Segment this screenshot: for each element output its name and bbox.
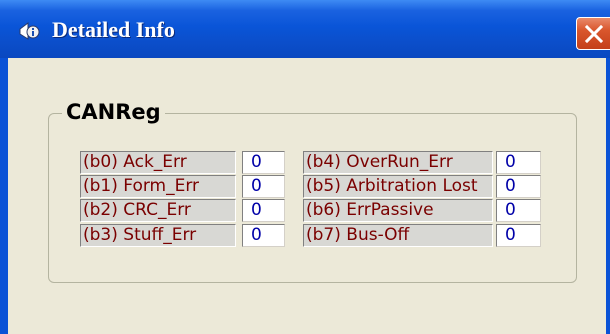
field-value-arbitration-lost[interactable]: 0: [496, 175, 541, 198]
field-value-ack-err[interactable]: 0: [242, 151, 285, 174]
field-label-arbitration-lost: (b5) Arbitration Lost: [303, 175, 493, 198]
field-value-form-err[interactable]: 0: [242, 175, 285, 198]
field-label-bus-off: (b7) Bus-Off: [303, 224, 493, 247]
field-value-stuff-err[interactable]: 0: [242, 224, 285, 247]
window-frame-left: [0, 58, 8, 334]
field-label-form-err: (b1) Form_Err: [80, 175, 236, 198]
field-label-crc-err: (b2) CRC_Err: [80, 199, 236, 222]
window-title: Detailed Info: [52, 17, 175, 42]
field-label-err-passive: (b6) ErrPassive: [303, 199, 493, 222]
close-icon: [584, 24, 604, 44]
detailed-info-window: Detailed Info CANReg (b0) Ack_Err 0 (b1)…: [0, 0, 610, 334]
field-label-stuff-err: (b3) Stuff_Err: [80, 224, 236, 247]
window-frame-right: [606, 58, 610, 334]
field-label-overrun-err: (b4) OverRun_Err: [303, 151, 493, 174]
info-app-icon: [18, 20, 40, 42]
field-value-err-passive[interactable]: 0: [496, 199, 541, 222]
field-value-bus-off[interactable]: 0: [496, 224, 541, 247]
field-value-crc-err[interactable]: 0: [242, 199, 285, 222]
field-value-overrun-err[interactable]: 0: [496, 151, 541, 174]
groupbox-title: CANReg: [62, 100, 165, 124]
canreg-groupbox: [48, 113, 577, 283]
close-button[interactable]: [576, 17, 610, 50]
field-label-ack-err: (b0) Ack_Err: [80, 151, 236, 174]
title-bar[interactable]: Detailed Info: [0, 0, 610, 58]
